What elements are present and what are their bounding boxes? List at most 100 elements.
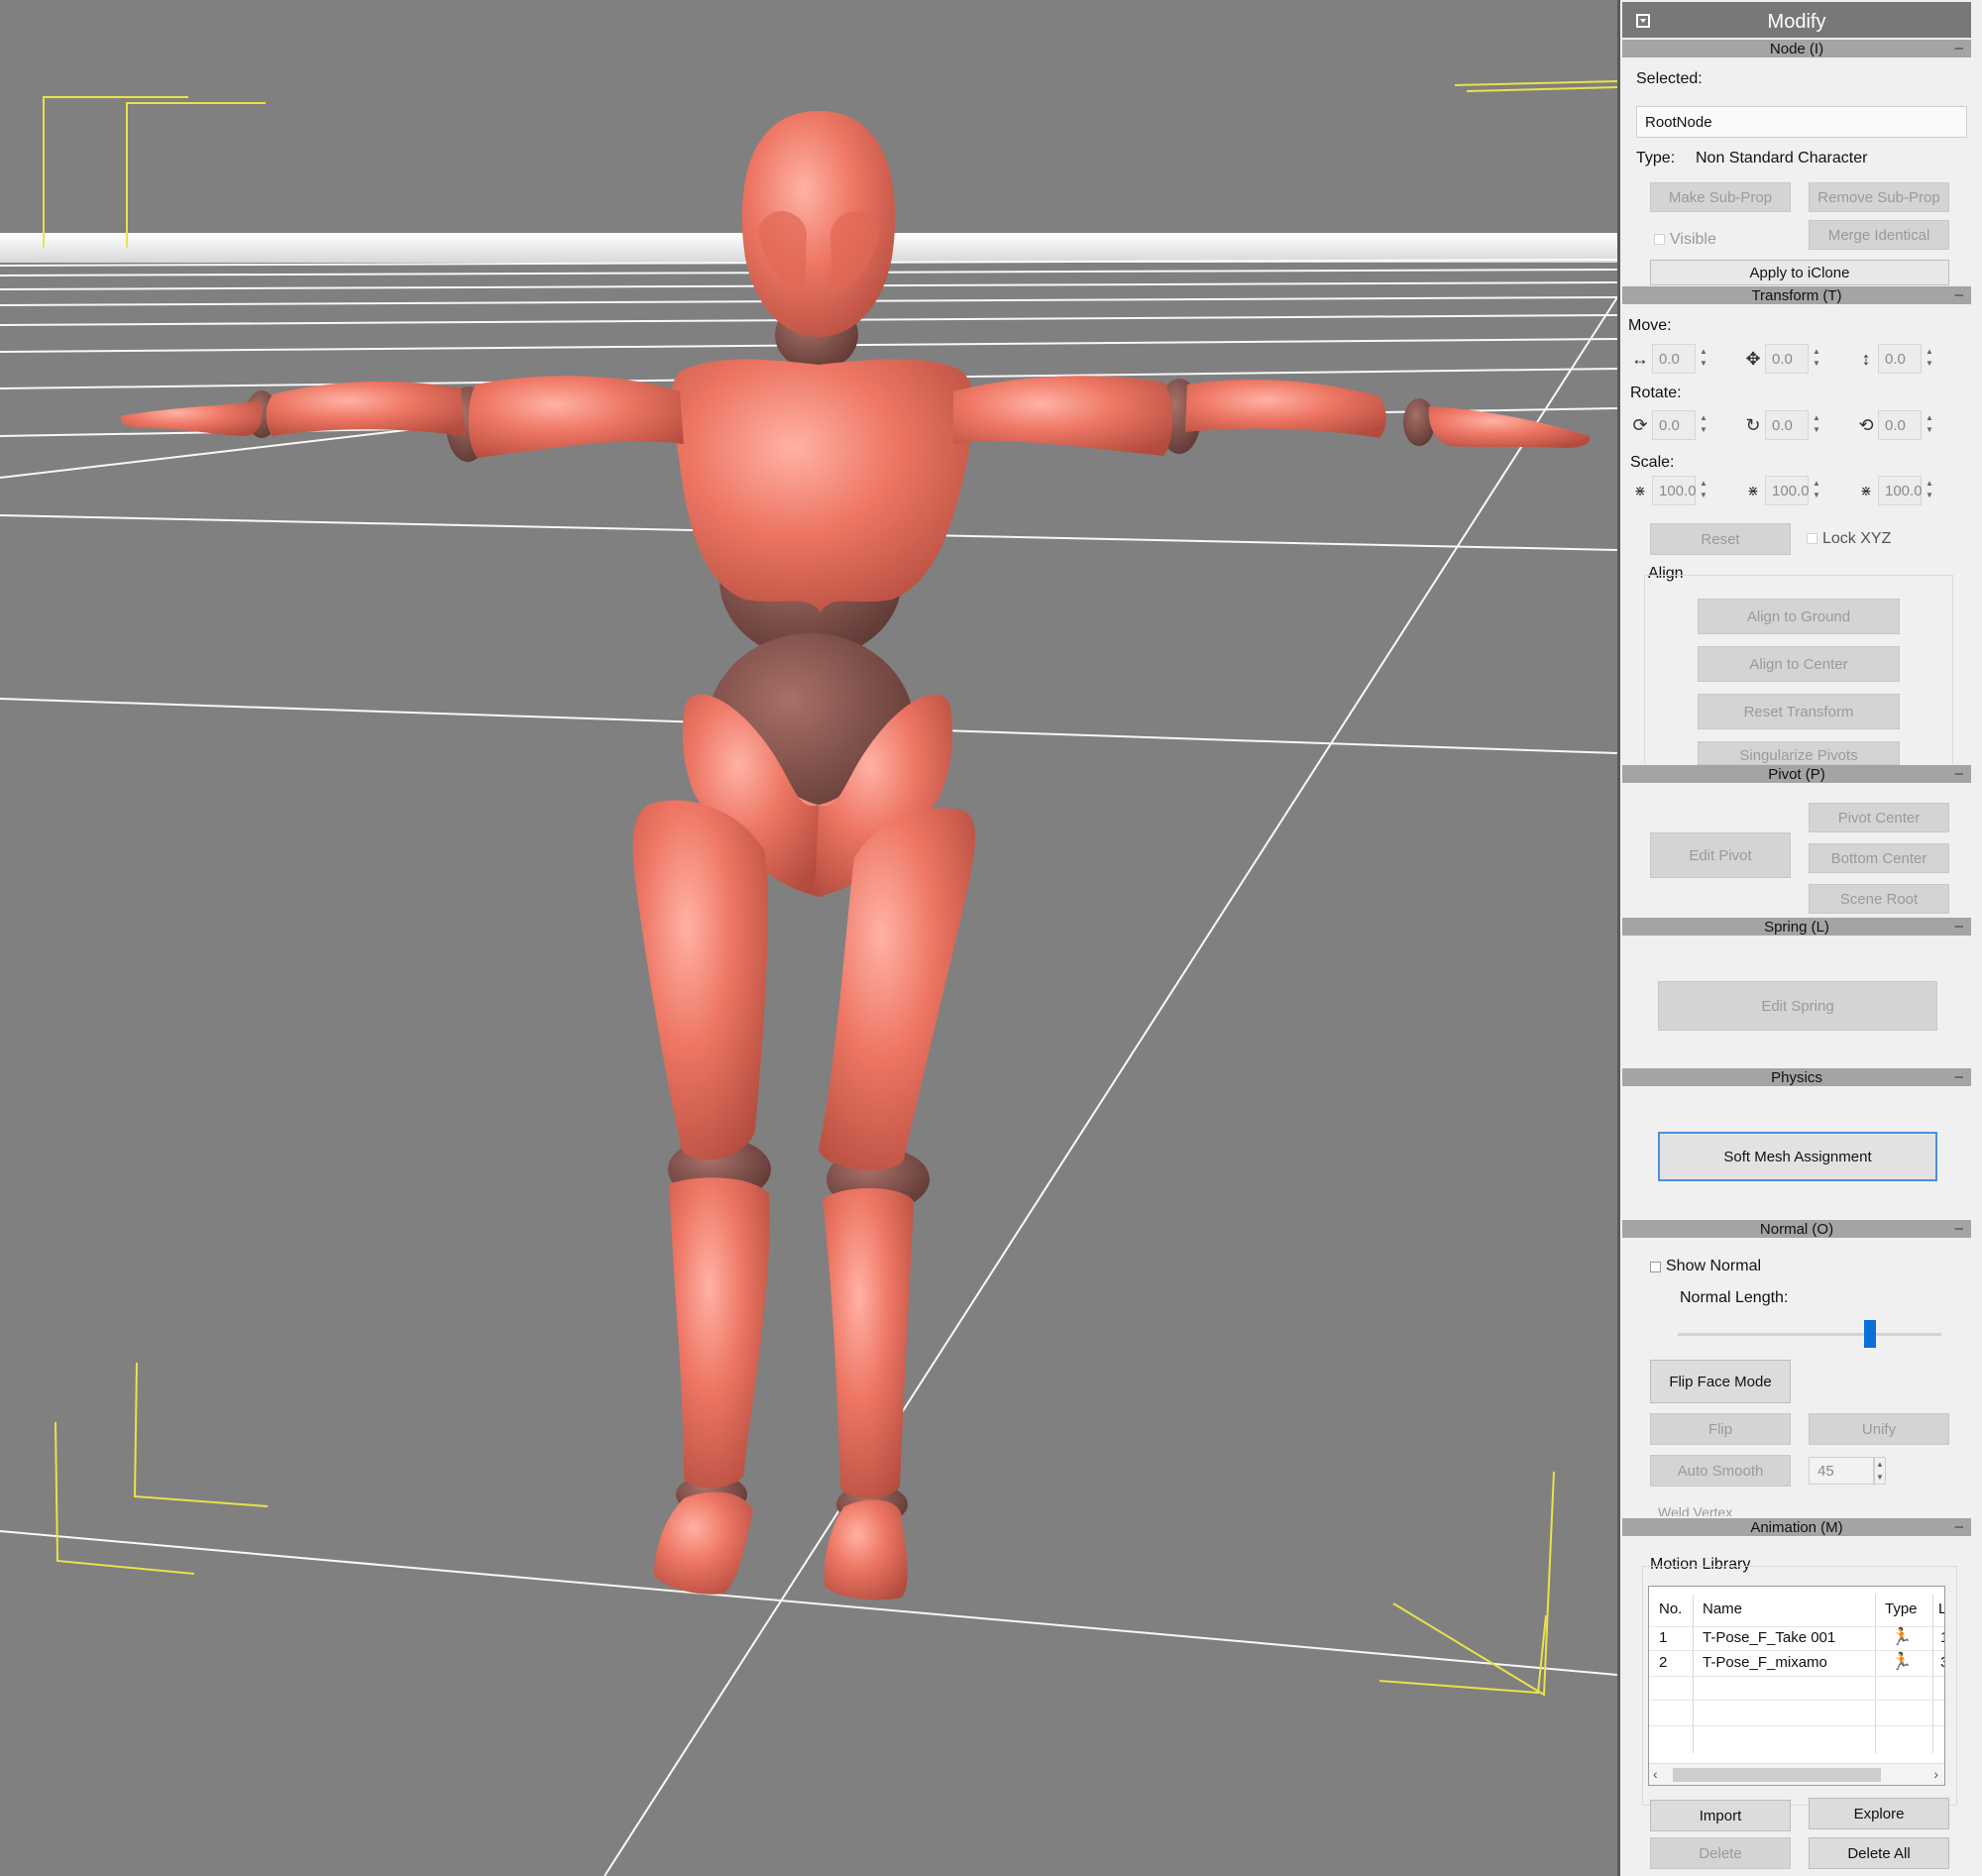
selected-node-field[interactable]: RootNode bbox=[1636, 106, 1967, 138]
move-y-spinbox[interactable]: ✥ 0.0 ▲ ▼ bbox=[1743, 344, 1824, 374]
apply-to-iclone-button[interactable]: Apply to iClone bbox=[1650, 260, 1949, 285]
modify-panel: Modify Node (I) – Selected: RootNode Typ… bbox=[1617, 0, 1982, 1876]
rotate-z-spinbox[interactable]: ⟲ 0.0 ▲ ▼ bbox=[1856, 410, 1937, 440]
rotate-y-value[interactable]: 0.0 bbox=[1765, 410, 1809, 440]
row-no: 1 bbox=[1659, 1629, 1668, 1646]
rotate-y-stepper[interactable]: ▲ ▼ bbox=[1811, 412, 1822, 438]
singularize-pivots-button[interactable]: Singularize Pivots bbox=[1698, 741, 1900, 765]
make-subprop-button[interactable]: Make Sub-Prop bbox=[1650, 182, 1791, 212]
lock-xyz-checkbox[interactable] bbox=[1807, 533, 1817, 544]
move-y-stepper[interactable]: ▲ ▼ bbox=[1811, 346, 1822, 372]
reset-button[interactable]: Reset bbox=[1650, 523, 1791, 555]
collapse-physics-icon[interactable]: – bbox=[1955, 1068, 1963, 1085]
normal-length-slider-track[interactable] bbox=[1678, 1333, 1941, 1336]
collapse-spring-icon[interactable]: – bbox=[1955, 918, 1963, 935]
scale-y-icon: ⋇ bbox=[1747, 483, 1759, 498]
scale-z-value[interactable]: 100.0 bbox=[1878, 476, 1923, 505]
align-to-center-button[interactable]: Align to Center bbox=[1698, 646, 1900, 682]
row-name: T-Pose_F_Take 001 bbox=[1703, 1629, 1836, 1646]
rotate-y-spinbox[interactable]: ↻ 0.0 ▲ ▼ bbox=[1743, 410, 1824, 440]
edit-pivot-button[interactable]: Edit Pivot bbox=[1650, 832, 1791, 878]
column-header-l[interactable]: L bbox=[1938, 1600, 1944, 1617]
smooth-angle-stepper[interactable]: ▲ ▼ bbox=[1874, 1457, 1886, 1485]
bottom-center-button[interactable]: Bottom Center bbox=[1809, 843, 1949, 873]
flip-face-mode-button[interactable]: Flip Face Mode bbox=[1650, 1360, 1791, 1403]
move-x-value[interactable]: 0.0 bbox=[1652, 344, 1696, 374]
section-transform-header[interactable]: Transform (T) – bbox=[1622, 286, 1971, 304]
scale-y-value[interactable]: 100.0 bbox=[1765, 476, 1810, 505]
align-to-ground-button[interactable]: Align to Ground bbox=[1698, 599, 1900, 634]
rotate-z-icon: ⟲ bbox=[1858, 415, 1874, 435]
rotate-y-icon: ↻ bbox=[1745, 415, 1761, 435]
row-l: 3 bbox=[1940, 1654, 1944, 1671]
rotate-x-stepper[interactable]: ▲ ▼ bbox=[1698, 412, 1709, 438]
section-spring-header[interactable]: Spring (L) – bbox=[1622, 918, 1971, 936]
collapse-node-icon[interactable]: – bbox=[1955, 40, 1963, 56]
section-animation-title: Animation (M) bbox=[1750, 1519, 1843, 1536]
section-physics-header[interactable]: Physics – bbox=[1622, 1068, 1971, 1086]
edit-spring-button[interactable]: Edit Spring bbox=[1658, 981, 1937, 1031]
column-header-type[interactable]: Type bbox=[1885, 1600, 1918, 1617]
show-normal-checkbox[interactable] bbox=[1650, 1262, 1661, 1272]
section-node-header[interactable]: Node (I) – bbox=[1622, 40, 1971, 57]
reset-transform-button[interactable]: Reset Transform bbox=[1698, 694, 1900, 729]
move-x-stepper[interactable]: ▲ ▼ bbox=[1698, 346, 1709, 372]
rotate-z-value[interactable]: 0.0 bbox=[1878, 410, 1922, 440]
collapse-normal-icon[interactable]: – bbox=[1955, 1220, 1963, 1237]
mannequin-character[interactable] bbox=[120, 111, 1591, 1600]
3d-viewport[interactable] bbox=[0, 0, 1617, 1876]
remove-subprop-button[interactable]: Remove Sub-Prop bbox=[1809, 182, 1949, 212]
merge-identical-button[interactable]: Merge Identical bbox=[1809, 220, 1949, 250]
move-y-value[interactable]: 0.0 bbox=[1765, 344, 1809, 374]
scale-z-spinbox[interactable]: ⋇ 100.0 ▲ ▼ bbox=[1856, 476, 1937, 505]
delete-button[interactable]: Delete bbox=[1650, 1837, 1791, 1869]
section-animation-header[interactable]: Animation (M) – bbox=[1622, 1518, 1971, 1536]
flip-button[interactable]: Flip bbox=[1650, 1413, 1791, 1445]
move-z-value[interactable]: 0.0 bbox=[1878, 344, 1922, 374]
move-label: Move: bbox=[1628, 317, 1672, 334]
table-horizontal-scrollbar[interactable]: ‹ › bbox=[1649, 1763, 1944, 1785]
move-z-stepper[interactable]: ▲ ▼ bbox=[1924, 346, 1935, 372]
collapse-pivot-icon[interactable]: – bbox=[1955, 765, 1963, 782]
scene-root-button[interactable]: Scene Root bbox=[1809, 884, 1949, 914]
pivot-center-button[interactable]: Pivot Center bbox=[1809, 803, 1949, 832]
column-divider bbox=[1693, 1595, 1694, 1753]
explore-button[interactable]: Explore bbox=[1809, 1798, 1949, 1829]
type-value: Non Standard Character bbox=[1696, 150, 1868, 166]
scroll-right-icon[interactable]: › bbox=[1933, 1766, 1938, 1782]
rotate-x-value[interactable]: 0.0 bbox=[1652, 410, 1696, 440]
move-x-icon: ↔ bbox=[1631, 349, 1649, 369]
soft-mesh-assignment-button[interactable]: Soft Mesh Assignment bbox=[1658, 1132, 1937, 1181]
section-node-title: Node (I) bbox=[1769, 41, 1824, 57]
collapse-animation-icon[interactable]: – bbox=[1955, 1518, 1963, 1535]
import-button[interactable]: Import bbox=[1650, 1800, 1791, 1831]
normal-length-slider-handle[interactable] bbox=[1864, 1320, 1877, 1348]
scale-x-stepper[interactable]: ▲ ▼ bbox=[1698, 478, 1709, 503]
lock-xyz-label: Lock XYZ bbox=[1822, 530, 1892, 547]
scroll-left-icon[interactable]: ‹ bbox=[1653, 1766, 1658, 1782]
unify-button[interactable]: Unify bbox=[1809, 1413, 1949, 1445]
scale-y-stepper[interactable]: ▲ ▼ bbox=[1811, 478, 1822, 503]
motion-library-table[interactable]: No. Name Type L 1 T-Pose_F_Take 001 🏃 1 … bbox=[1648, 1586, 1945, 1786]
rotate-z-stepper[interactable]: ▲ ▼ bbox=[1924, 412, 1935, 438]
section-spring-title: Spring (L) bbox=[1764, 919, 1829, 936]
rotate-x-spinbox[interactable]: ⟳ 0.0 ▲ ▼ bbox=[1630, 410, 1711, 440]
column-header-no[interactable]: No. bbox=[1659, 1600, 1682, 1617]
scale-z-stepper[interactable]: ▲ ▼ bbox=[1924, 478, 1935, 503]
section-normal-header[interactable]: Normal (O) – bbox=[1622, 1220, 1971, 1238]
scale-y-spinbox[interactable]: ⋇ 100.0 ▲ ▼ bbox=[1743, 476, 1824, 505]
motion-type-icon: 🏃 bbox=[1891, 1627, 1913, 1646]
move-x-spinbox[interactable]: ↔ 0.0 ▲ ▼ bbox=[1630, 344, 1711, 374]
collapse-transform-icon[interactable]: – bbox=[1955, 286, 1963, 303]
visible-checkbox[interactable] bbox=[1654, 234, 1665, 245]
scale-z-icon: ⋇ bbox=[1860, 483, 1872, 498]
section-pivot-header[interactable]: Pivot (P) – bbox=[1622, 765, 1971, 783]
smooth-angle-field[interactable]: 45 bbox=[1809, 1457, 1874, 1485]
scale-x-value[interactable]: 100.0 bbox=[1652, 476, 1697, 505]
scrollbar-thumb[interactable] bbox=[1673, 1768, 1881, 1782]
delete-all-button[interactable]: Delete All bbox=[1809, 1837, 1949, 1869]
scale-x-spinbox[interactable]: ⋇ 100.0 ▲ ▼ bbox=[1630, 476, 1711, 505]
column-header-name[interactable]: Name bbox=[1703, 1600, 1742, 1617]
move-z-spinbox[interactable]: ↕ 0.0 ▲ ▼ bbox=[1856, 344, 1937, 374]
auto-smooth-button[interactable]: Auto Smooth bbox=[1650, 1455, 1791, 1487]
